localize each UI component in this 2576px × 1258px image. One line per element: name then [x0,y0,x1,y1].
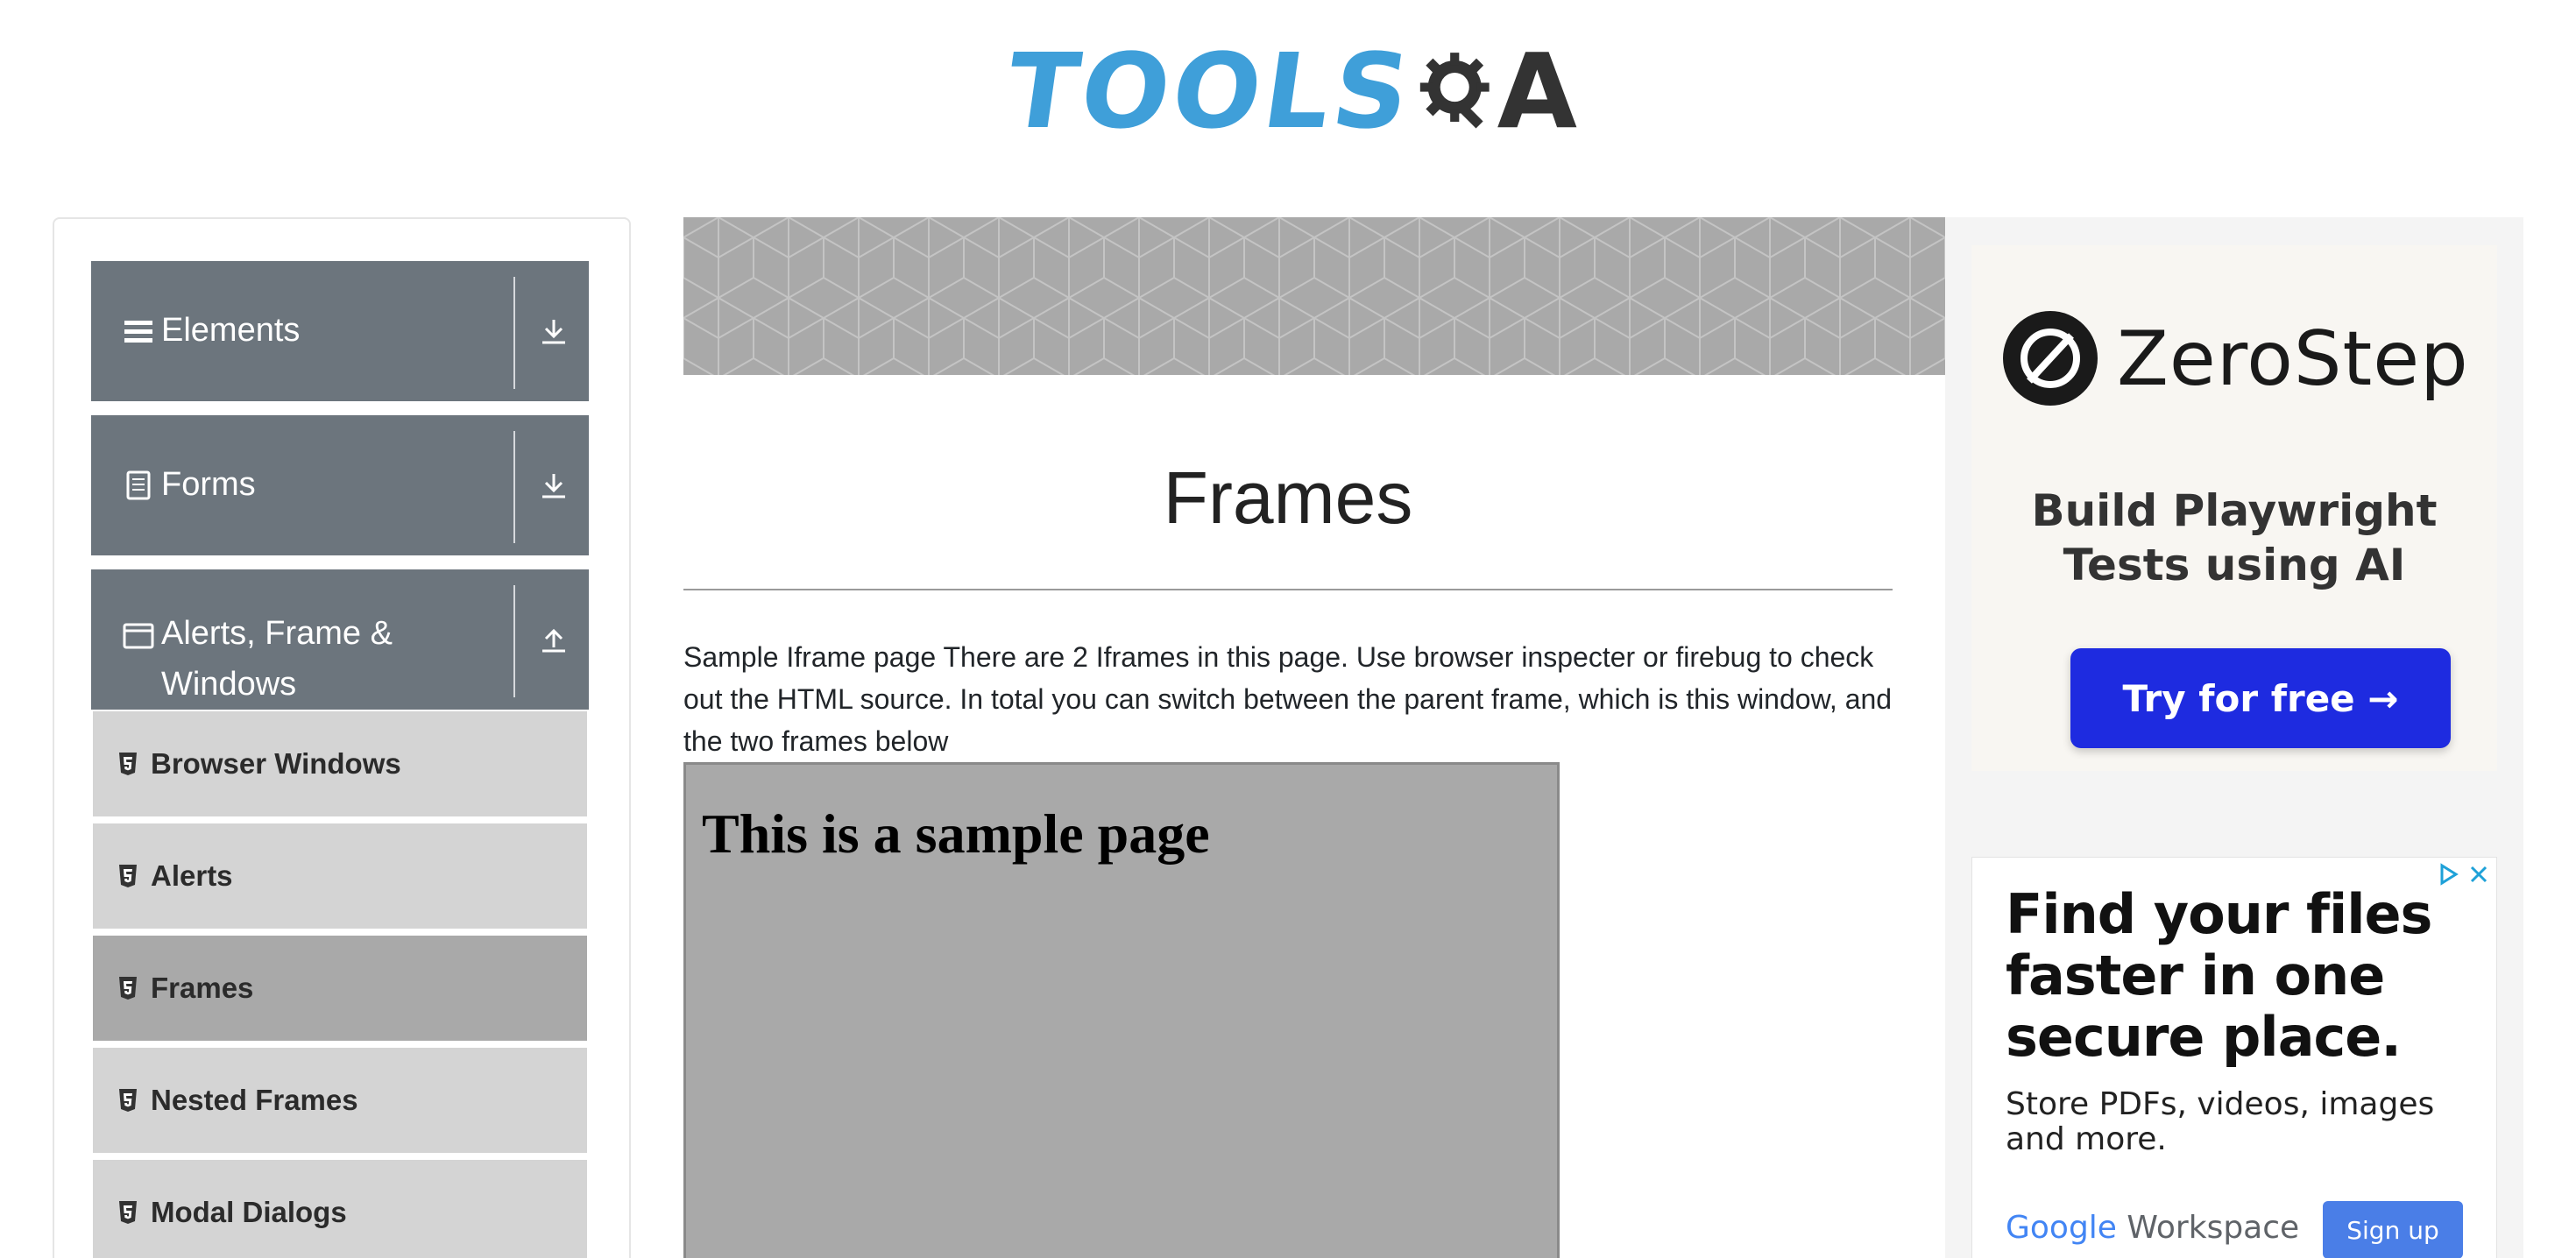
sidebar-item-nested-frames[interactable]: Nested Frames [93,1048,587,1156]
expand-toggle[interactable] [529,461,578,510]
zerostep-logo-icon [2003,311,2098,406]
sidebar-item-modal-dialogs[interactable]: Modal Dialogs [93,1160,587,1258]
divider [513,585,515,697]
tagline-line2: Tests using AI [2063,540,2406,590]
sample-iframe[interactable]: This is a sample page [683,762,1560,1258]
zerostep-tagline: Build Playwright Tests using AI [1971,484,2497,592]
window-icon [123,623,154,649]
gear-magnifier-icon [1420,53,1490,129]
page-banner [683,217,1945,375]
try-for-free-button[interactable]: Try for free → [2070,648,2451,748]
sidebar-item-label: Modal Dialogs [151,1196,347,1228]
google-wordmark: Google [2006,1210,2117,1246]
divider [513,277,515,389]
close-icon[interactable] [2468,864,2489,885]
divider [683,589,1893,590]
sign-up-button[interactable]: Sign up [2323,1201,2463,1258]
zerostep-ad[interactable]: ZeroStep Build Playwright Tests using AI… [1971,245,2497,771]
google-workspace-logo: Google Workspace [2006,1210,2299,1246]
html5-icon [119,977,137,1000]
sidebar-item-label: Alerts [151,859,233,892]
sidebar-group-alerts-frame-windows[interactable]: Alerts, Frame & Windows [91,569,589,710]
page-description: Sample Iframe page There are 2 Iframes i… [683,641,1893,757]
sidebar-item-label: Browser Windows [151,747,401,780]
workspace-wordmark: Workspace [2127,1210,2300,1246]
sidebar-item-label: Frames [151,972,254,1004]
toolsqa-logo[interactable]: TOOLS A [999,25,1577,158]
ad-column: ZeroStep Build Playwright Tests using AI… [1945,217,2523,1258]
html5-icon [119,865,137,887]
sidebar-item-frames[interactable]: Frames [93,936,587,1044]
logo-tools-text: TOOLS [999,31,1420,152]
collapse-toggle[interactable] [529,615,578,664]
ad-body: Store PDFs, videos, images and more. [2006,1086,2435,1157]
ad-choices[interactable] [2437,863,2489,886]
upload-icon [542,628,565,653]
zerostep-brand: ZeroStep [2117,315,2469,403]
document-icon [126,470,151,500]
sidebar-group-label: Forms [161,466,256,503]
adchoices-icon[interactable] [2437,863,2459,886]
hex-pattern [683,217,1945,375]
sidebar-item-browser-windows[interactable]: Browser Windows [93,711,587,820]
download-icon [542,474,565,498]
sidebar-group-elements[interactable]: Elements [91,261,589,401]
tagline-line1: Build Playwright [2031,485,2438,536]
sidebar-item-alerts[interactable]: Alerts [93,823,587,932]
divider [513,431,515,543]
hamburger-icon [124,321,152,343]
expand-toggle[interactable] [529,307,578,356]
google-workspace-ad[interactable]: Find your files faster in one secure pla… [1971,857,2497,1258]
sidebar: Elements Forms Alerts, Frame & Windows B… [53,217,631,1258]
sidebar-group-label: Elements [161,312,301,349]
iframe-heading: This is a sample page [702,802,1210,865]
sidebar-group-forms[interactable]: Forms [91,415,589,555]
ad-headline: Find your files faster in one secure pla… [2006,882,2432,1069]
page-title: Frames [1163,456,1413,539]
html5-icon [119,1089,137,1112]
html5-icon [119,1201,137,1224]
download-icon [542,320,565,344]
html5-icon [119,753,137,775]
sidebar-group-label: Alerts, Frame & [161,615,393,652]
sidebar-group-label-line2: Windows [161,666,297,703]
sidebar-item-label: Nested Frames [151,1084,358,1116]
logo-a-text: A [1497,31,1577,152]
